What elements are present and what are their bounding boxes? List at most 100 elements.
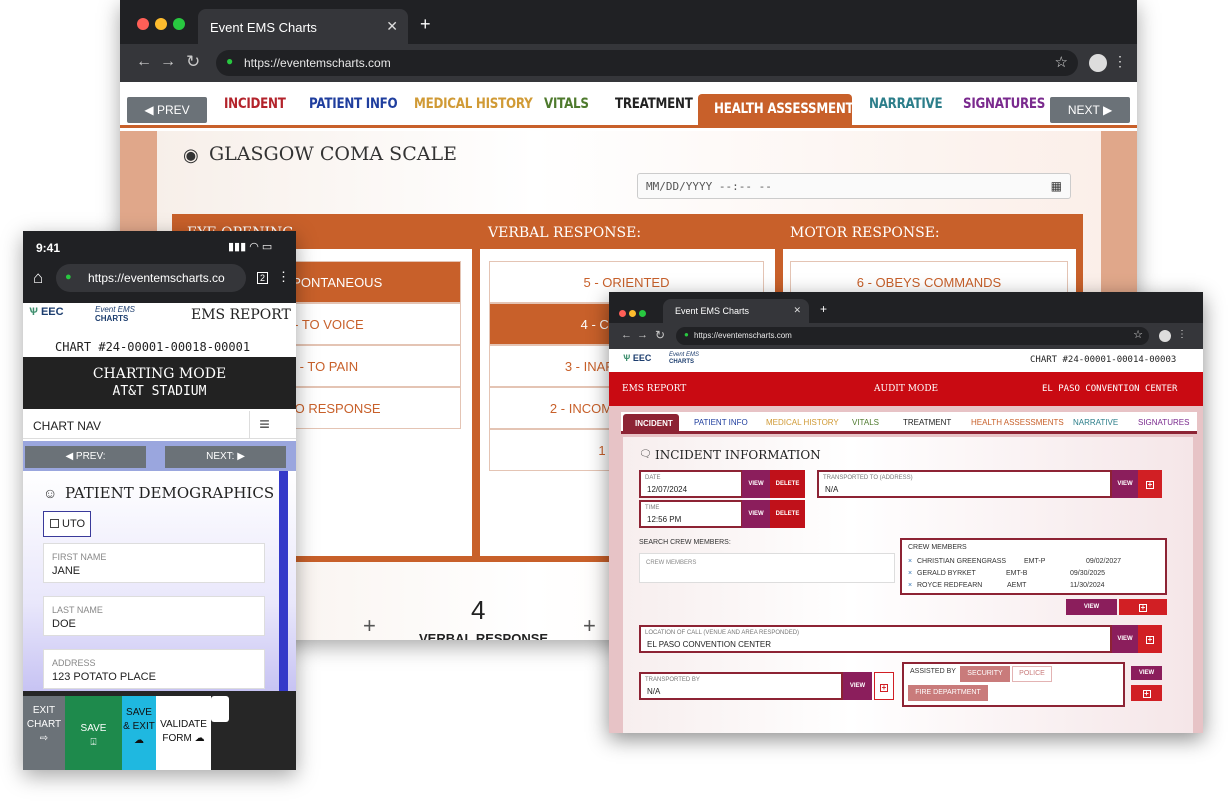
date-field[interactable]: DATE 12/07/2024 bbox=[639, 470, 743, 498]
crew-add-button[interactable]: + bbox=[1119, 599, 1167, 615]
police-chip[interactable]: POLICE bbox=[1012, 666, 1052, 682]
eye-icon: ◉ bbox=[183, 145, 199, 165]
browser-tab[interactable]: Event EMS Charts ✕ bbox=[663, 299, 809, 323]
forward-arrow-icon[interactable]: → bbox=[637, 329, 648, 341]
calendar-icon[interactable]: ▦ bbox=[1051, 179, 1062, 193]
chart-tabs: INCIDENT PATIENT INFO MEDICAL HISTORY VI… bbox=[621, 412, 1197, 434]
location-field[interactable]: LOCATION OF CALL (VENUE AND AREA RESPOND… bbox=[639, 625, 1112, 653]
audit-mode: AUDIT MODE bbox=[874, 384, 939, 394]
tab-signatures[interactable]: SIGNATURES bbox=[1138, 418, 1189, 427]
more-icon[interactable]: ⋮ bbox=[1113, 53, 1127, 70]
date-delete-button[interactable]: DELETE bbox=[770, 470, 805, 498]
tab-treatment[interactable]: TREATMENT bbox=[615, 96, 693, 112]
validate-form-button[interactable]: VALIDATE FORM ☁ bbox=[156, 696, 211, 770]
crew-search-input[interactable]: CREW MEMBERS bbox=[639, 553, 895, 583]
tab-narrative[interactable]: NARRATIVE bbox=[1073, 418, 1118, 427]
section-title: GLASGOW COMA SCALE bbox=[209, 143, 457, 165]
exit-chart-button[interactable]: EXIT CHART ⇨ bbox=[23, 696, 65, 770]
avatar[interactable] bbox=[1089, 54, 1107, 72]
address-field[interactable]: ADDRESS 123 POTATO PLACE bbox=[43, 649, 265, 689]
transported-to-view-button[interactable]: VIEW bbox=[1112, 470, 1138, 498]
more-icon[interactable]: ⋮ bbox=[1177, 329, 1187, 340]
close-icon[interactable]: ✕ bbox=[386, 18, 398, 35]
scroll-rail[interactable] bbox=[279, 471, 288, 691]
tab-treatment[interactable]: TREATMENT bbox=[903, 418, 951, 427]
verbal-score-label: VERBAL RESPONSE bbox=[419, 631, 549, 640]
hamburger-icon[interactable]: ≡ bbox=[249, 411, 279, 438]
tab-medical-history[interactable]: MEDICAL HISTORY bbox=[414, 96, 533, 112]
remove-icon[interactable]: × bbox=[908, 570, 912, 577]
security-chip[interactable]: SECURITY bbox=[960, 666, 1010, 682]
new-tab-icon[interactable]: + bbox=[420, 14, 431, 35]
verbal-header: VERBAL RESPONSE: bbox=[488, 225, 642, 241]
window-controls[interactable] bbox=[619, 304, 652, 322]
window-controls[interactable] bbox=[137, 17, 191, 35]
new-tab-icon[interactable]: + bbox=[820, 302, 827, 316]
close-icon[interactable]: ✕ bbox=[793, 305, 801, 316]
prev-button[interactable]: ◀ PREV bbox=[127, 97, 207, 123]
time-field[interactable]: TIME 12:56 PM bbox=[639, 500, 743, 528]
time-view-button[interactable]: VIEW bbox=[742, 500, 770, 528]
date-view-button[interactable]: VIEW bbox=[742, 470, 770, 498]
back-arrow-icon[interactable]: ← bbox=[136, 53, 152, 71]
star-icon[interactable]: ☆ bbox=[1055, 53, 1068, 71]
next-button[interactable]: NEXT ▶ bbox=[1050, 97, 1130, 123]
home-icon[interactable]: ⌂ bbox=[33, 268, 43, 288]
back-arrow-icon[interactable]: ← bbox=[621, 329, 632, 341]
tab-count[interactable]: 2 bbox=[257, 272, 269, 284]
location-view-button[interactable]: VIEW bbox=[1112, 625, 1138, 653]
more-icon[interactable]: ⋮ bbox=[277, 269, 290, 285]
overflow-button[interactable] bbox=[211, 696, 229, 722]
save-button[interactable]: SAVE ⍗ bbox=[65, 696, 122, 770]
remove-icon[interactable]: × bbox=[908, 558, 912, 565]
browser-tab[interactable]: Event EMS Charts ✕ bbox=[198, 9, 408, 44]
fire-department-chip[interactable]: FIRE DEPARTMENT bbox=[908, 685, 988, 701]
reload-icon[interactable]: ↻ bbox=[186, 52, 200, 72]
transported-by-add-button[interactable]: + bbox=[874, 672, 894, 700]
chart-id: CHART #24-00001-00018-00001 bbox=[55, 340, 251, 354]
time-delete-button[interactable]: DELETE bbox=[770, 500, 805, 528]
tab-vitals[interactable]: VITALS bbox=[852, 418, 879, 427]
last-name-field[interactable]: LAST NAME DOE bbox=[43, 596, 265, 636]
tab-incident[interactable]: INCIDENT bbox=[224, 96, 286, 112]
first-name-field[interactable]: FIRST NAME JANE bbox=[43, 543, 265, 583]
transported-by-field[interactable]: TRANSPORTED BY N/A bbox=[639, 672, 843, 700]
location-add-button[interactable]: + bbox=[1138, 625, 1162, 653]
mobile-phone: 9:41 ▮▮▮ ◠ ▭ ⌂ ● https://eventemscharts.… bbox=[23, 231, 296, 770]
chat-icon: 🗨 bbox=[639, 449, 652, 460]
motor-header: MOTOR RESPONSE: bbox=[790, 225, 940, 241]
crew-row: × GERALD BYRKET EMT-B 09/30/2025 bbox=[908, 570, 1106, 577]
tab-medical-history[interactable]: MEDICAL HISTORY bbox=[766, 418, 839, 427]
uto-checkbox[interactable]: UTO bbox=[43, 511, 91, 537]
browser-tabstrip: Event EMS Charts ✕ + bbox=[609, 292, 1203, 323]
avatar[interactable] bbox=[1159, 330, 1171, 342]
address-bar[interactable]: ● https://eventemscharts.co bbox=[56, 264, 246, 292]
crew-view-button[interactable]: VIEW bbox=[1066, 599, 1117, 615]
tab-vitals[interactable]: VITALS bbox=[544, 96, 589, 112]
tab-signatures[interactable]: SIGNATURES bbox=[963, 96, 1045, 112]
chart-nav-bar[interactable]: CHART NAV ≡ bbox=[23, 411, 296, 439]
forward-arrow-icon[interactable]: → bbox=[160, 53, 176, 71]
remove-icon[interactable]: × bbox=[908, 582, 912, 589]
address-bar[interactable]: ● https://eventemscharts.com ☆ bbox=[676, 327, 1149, 345]
star-icon[interactable]: ☆ bbox=[1133, 328, 1143, 341]
assisted-add-button[interactable]: + bbox=[1131, 685, 1162, 701]
address-bar[interactable]: ● https://eventemscharts.com ☆ bbox=[216, 50, 1078, 76]
reload-icon[interactable]: ↻ bbox=[655, 328, 665, 342]
transported-to-add-button[interactable]: + bbox=[1138, 470, 1162, 498]
tab-patient-info[interactable]: PATIENT INFO bbox=[309, 96, 398, 112]
tab-patient-info[interactable]: PATIENT INFO bbox=[694, 418, 748, 427]
tab-incident-active[interactable]: INCIDENT bbox=[623, 414, 679, 434]
demographics-panel: ☺ PATIENT DEMOGRAPHICS UTO FIRST NAME JA… bbox=[23, 471, 296, 691]
transported-to-field[interactable]: TRANSPORTED TO (ADDRESS) N/A bbox=[817, 470, 1112, 498]
tab-narrative[interactable]: NARRATIVE bbox=[869, 96, 943, 112]
next-button[interactable]: NEXT: ▶ bbox=[165, 446, 286, 468]
datetime-input[interactable]: MM/DD/YYYY --:-- -- ▦ bbox=[637, 173, 1071, 199]
tab-health-assessments-active[interactable]: HEALTH ASSESSMENTS bbox=[698, 94, 862, 128]
tab-health-assessments[interactable]: HEALTH ASSESSMENTS bbox=[971, 418, 1064, 427]
plus-icon: + bbox=[583, 613, 596, 638]
assisted-view-button[interactable]: VIEW bbox=[1131, 666, 1162, 680]
transported-by-view-button[interactable]: VIEW bbox=[843, 672, 872, 700]
save-exit-button[interactable]: SAVE & EXIT ☁ bbox=[122, 696, 156, 770]
prev-button[interactable]: ◀ PREV: bbox=[25, 446, 146, 468]
